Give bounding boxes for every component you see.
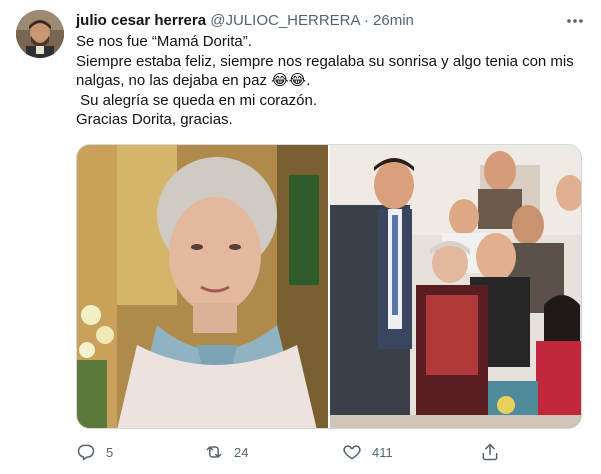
author-avatar[interactable]	[16, 10, 64, 58]
like-icon	[343, 445, 361, 460]
photo-woman-portrait	[77, 145, 328, 428]
photo-group	[330, 145, 581, 428]
retweet-count: 24	[234, 444, 249, 460]
tweet-media	[76, 144, 582, 429]
share-icon	[482, 443, 498, 461]
separator-dot: ·	[363, 12, 369, 29]
retweet-icon	[206, 446, 222, 458]
media-photo-2[interactable]	[330, 145, 581, 428]
more-icon	[567, 19, 583, 23]
tweet-line: Se nos fue “Mamá Dorita”.	[76, 33, 252, 50]
share-button[interactable]	[480, 440, 500, 464]
author-name[interactable]: julio cesar herrera	[76, 12, 206, 29]
tweet-actions: 5 24 411	[76, 440, 596, 464]
tweet-line: Siempre estaba feliz, siempre nos regala…	[76, 52, 574, 70]
tweet-line: Su alegría se queda en mi corazón.	[76, 91, 317, 109]
reply-icon	[77, 444, 95, 461]
media-photo-1[interactable]	[77, 145, 328, 428]
tweet-line: nalgas, no las dejaba en paz 😂😂.	[76, 72, 311, 89]
more-button[interactable]	[565, 12, 585, 30]
retweet-button[interactable]: 24	[204, 440, 248, 464]
author-handle[interactable]: @JULIOC_HERRERA	[210, 12, 359, 29]
tweet-text: Se nos fue “Mamá Dorita”. Siempre estaba…	[76, 32, 596, 130]
reply-count: 5	[106, 444, 114, 460]
tweet-header: julio cesar herrera @JULIOC_HERRERA · 26…	[76, 11, 561, 31]
tweet-line: Gracias Dorita, gracias.	[76, 111, 233, 128]
avatar-image	[16, 10, 64, 58]
tweet-timestamp[interactable]: 26min	[373, 12, 414, 29]
like-count: 411	[372, 444, 393, 460]
like-button[interactable]: 411	[342, 440, 393, 464]
reply-button[interactable]: 5	[76, 440, 113, 464]
